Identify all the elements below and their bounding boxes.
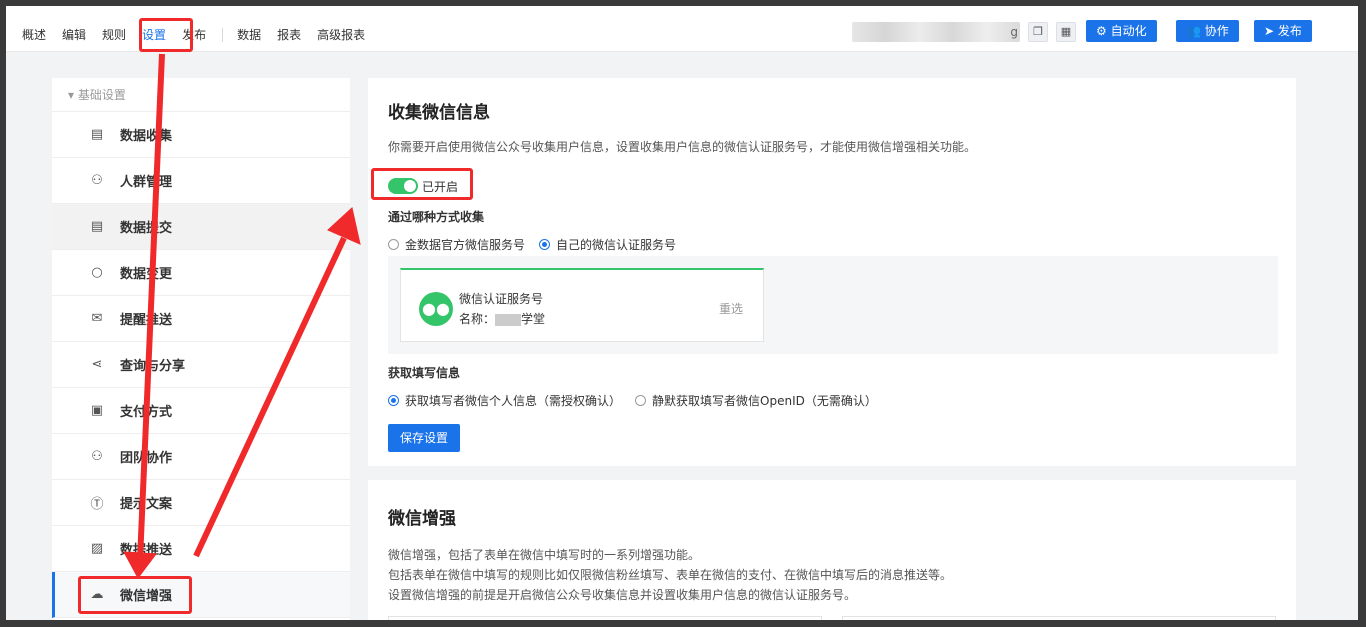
- card-title: 收集微信信息: [388, 103, 490, 123]
- account-type: 微信认证服务号: [459, 292, 544, 306]
- account-panel: ●● 微信认证服务号 名称： 学堂 重选: [388, 256, 1278, 354]
- share-icon: ⋖: [91, 357, 103, 372]
- sidebar-item-label: 支付方式: [120, 405, 173, 420]
- enhance-line: 微信增强，包括了表单在微信中填写时的一系列增强功能。: [388, 548, 701, 562]
- sidebar-item-label: 人群管理: [120, 175, 173, 190]
- sidebar-item-label: 数据收集: [120, 129, 173, 144]
- sidebar-group-basic[interactable]: ▾ 基础设置: [52, 78, 350, 112]
- reminder-icon: ✉: [91, 311, 103, 326]
- method-label: 通过哪种方式收集: [388, 210, 485, 224]
- qrcode-icon[interactable]: ▦: [1056, 22, 1076, 42]
- publish-button[interactable]: ➤ 发布: [1254, 20, 1312, 42]
- form-name-field[interactable]: g: [852, 22, 1020, 42]
- publish-label: 发布: [1277, 24, 1302, 38]
- wechat-enhance-card: 微信增强 微信增强，包括了表单在微信中填写时的一系列增强功能。 包括表单在微信中…: [368, 480, 1296, 620]
- nav-data[interactable]: 数据: [237, 26, 261, 43]
- sidebar-item-share[interactable]: ⋖ 查询与分享: [52, 342, 350, 388]
- sidebar-item-data-collect[interactable]: ▤ 数据收集: [52, 112, 350, 158]
- sidebar-item-label: 提醒推送: [120, 313, 173, 328]
- method-radio-own[interactable]: [539, 239, 551, 250]
- enhance-option-box[interactable]: [842, 616, 1276, 620]
- nav-report[interactable]: 报表: [277, 26, 301, 43]
- highlight-toggle: [371, 168, 473, 200]
- card-title: 微信增强: [388, 509, 456, 529]
- sidebar-item-label: 数据推送: [120, 543, 173, 558]
- nav-primary: 概述 编辑 规则 设置 发布 数据 报表 高级报表: [22, 26, 381, 43]
- copy-icon[interactable]: ❐: [1028, 22, 1048, 42]
- method-option-label: 自己的微信认证服务号: [556, 238, 677, 252]
- top-navigation: 概述 编辑 规则 设置 发布 数据 报表 高级报表 g ❐ ▦ ⚙ 自动化 👥 …: [6, 6, 1358, 52]
- sidebar-item-label: 数据变更: [120, 267, 173, 282]
- chart-icon: ▨: [90, 541, 104, 556]
- automation-icon: ⚙: [1096, 24, 1111, 38]
- nav-edit[interactable]: 编辑: [62, 26, 86, 43]
- sidebar-item-label: 提示文案: [120, 497, 173, 512]
- fill-option-label: 静默获取填写者微信OpenID（无需确认）: [652, 394, 877, 408]
- sidebar-group-label: 基础设置: [77, 88, 126, 102]
- form-name-suffix: g: [1010, 25, 1018, 39]
- wechat-logo-icon: ●●: [419, 292, 453, 326]
- sidebar-item-crowd[interactable]: ⚇ 人群管理: [52, 158, 350, 204]
- sidebar-item-team[interactable]: ⚇ 团队协作: [52, 434, 350, 480]
- account-name-blur: [495, 313, 522, 326]
- fill-radio-group: 获取填写者微信个人信息（需授权确认） 静默获取填写者微信OpenID（无需确认）: [388, 392, 877, 409]
- highlight-wechat-enhance: [78, 576, 192, 614]
- nav-rules[interactable]: 规则: [102, 26, 126, 43]
- sidebar-item-data-change[interactable]: ○ 数据变更: [52, 250, 350, 296]
- sidebar-item-data-submit[interactable]: ▤ 数据提交: [52, 204, 350, 250]
- sidebar-item-payment[interactable]: ▣ 支付方式: [52, 388, 350, 434]
- card-description: 你需要开启使用微信公众号收集用户信息，设置收集用户信息的微信认证服务号，才能使用…: [388, 140, 977, 154]
- account-name: 学堂: [521, 312, 546, 326]
- account-card: ●● 微信认证服务号 名称： 学堂 重选: [400, 268, 764, 342]
- collect-wechat-card: 收集微信信息 你需要开启使用微信公众号收集用户信息，设置收集用户信息的微信认证服…: [368, 78, 1296, 466]
- collaborate-label: 协作: [1204, 24, 1229, 38]
- automation-label: 自动化: [1110, 24, 1147, 38]
- sidebar-item-tip-text[interactable]: Ⓣ 提示文案: [52, 480, 350, 526]
- nav-advanced-report[interactable]: 高级报表: [317, 26, 365, 43]
- app-window: 概述 编辑 规则 设置 发布 数据 报表 高级报表 g ❐ ▦ ⚙ 自动化 👥 …: [6, 6, 1358, 620]
- method-radio-official[interactable]: [388, 239, 399, 250]
- user-group-icon: ⚇: [91, 173, 103, 188]
- fill-info-label: 获取填写信息: [388, 366, 461, 380]
- sidebar-item-label: 团队协作: [120, 451, 173, 466]
- sidebar-item-reminder[interactable]: ✉ 提醒推送: [52, 296, 350, 342]
- sidebar-item-data-push[interactable]: ▨ 数据推送: [52, 526, 350, 572]
- fill-option-label: 获取填写者微信个人信息（需授权确认）: [405, 394, 622, 408]
- fill-radio-openid[interactable]: [635, 395, 647, 406]
- account-name-prefix: 名称：: [459, 312, 496, 326]
- nav-overview[interactable]: 概述: [22, 26, 46, 43]
- wallet-icon: ▣: [90, 403, 104, 418]
- enhance-line: 设置微信增强的前提是开启微信公众号收集信息并设置收集用户信息的微信认证服务号。: [388, 588, 857, 602]
- send-icon: ➤: [1264, 24, 1278, 38]
- nav-divider: [222, 27, 224, 42]
- save-settings-button[interactable]: 保存设置: [388, 424, 461, 452]
- fill-radio-profile[interactable]: [388, 395, 399, 406]
- collaborate-button[interactable]: 👥 协作: [1176, 20, 1239, 42]
- reselect-link[interactable]: 重选: [719, 300, 743, 317]
- method-radio-group: 金数据官方微信服务号 自己的微信认证服务号: [388, 236, 676, 253]
- highlight-settings-tab: [139, 18, 193, 52]
- people-icon: 👥: [1186, 24, 1205, 38]
- method-option-label: 金数据官方微信服务号: [405, 238, 526, 252]
- sidebar-item-label: 查询与分享: [120, 359, 186, 374]
- account-name-row: 名称： 学堂: [459, 310, 545, 327]
- enhance-option-box[interactable]: [388, 616, 822, 620]
- submit-icon: ▤: [90, 219, 104, 234]
- automation-button[interactable]: ⚙ 自动化: [1086, 20, 1157, 42]
- document-icon: ▤: [90, 127, 104, 142]
- settings-sidebar: ▾ 基础设置 ▤ 数据收集 ⚇ 人群管理 ▤ 数据提交 ○ 数据变更 ✉ 提醒推送 ⋖ 查询…: [52, 78, 350, 620]
- team-icon: ⚇: [91, 449, 103, 464]
- sidebar-item-label: 数据提交: [120, 221, 173, 236]
- enhance-line: 包括表单在微信中填写的规则比如仅限微信粉丝填写、表单在微信的支付、在微信中填写后…: [388, 568, 953, 582]
- text-icon: Ⓣ: [90, 497, 104, 512]
- data-change-icon: ○: [91, 265, 103, 280]
